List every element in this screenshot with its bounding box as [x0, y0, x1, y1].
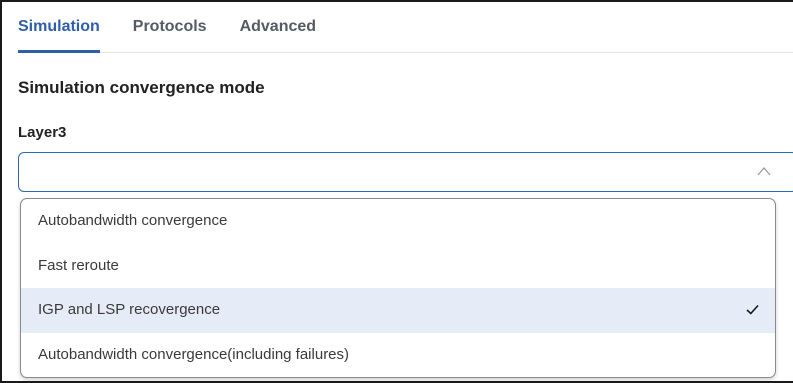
option-fast-reroute[interactable]: Fast reroute [21, 244, 775, 289]
tab-simulation[interactable]: Simulation [18, 0, 100, 53]
option-label: IGP and LSP recovergence [38, 301, 221, 318]
section-title: Simulation convergence mode [18, 78, 265, 97]
layer3-select[interactable] [18, 152, 793, 192]
option-label: Fast reroute [38, 256, 119, 274]
layer3-label: Layer3 [18, 124, 67, 141]
tab-protocols[interactable]: Protocols [133, 0, 207, 52]
option-label: Autobandwidth convergence [38, 212, 228, 229]
layer3-dropdown-menu: Autobandwidth convergence Fast reroute I… [20, 198, 776, 378]
option-autobandwidth-convergence-including-failures[interactable]: Autobandwidth convergence(including fail… [21, 333, 775, 378]
option-autobandwidth-convergence[interactable]: Autobandwidth convergence [21, 199, 775, 244]
option-igp-lsp-recovergence[interactable]: IGP and LSP recovergence [21, 288, 775, 333]
option-label: Autobandwidth convergence(including fail… [38, 345, 350, 363]
checkmark-icon [746, 304, 759, 315]
tab-bar: Simulation Protocols Advanced [18, 0, 793, 53]
chevron-up-icon [757, 167, 771, 176]
tab-advanced[interactable]: Advanced [240, 0, 316, 52]
